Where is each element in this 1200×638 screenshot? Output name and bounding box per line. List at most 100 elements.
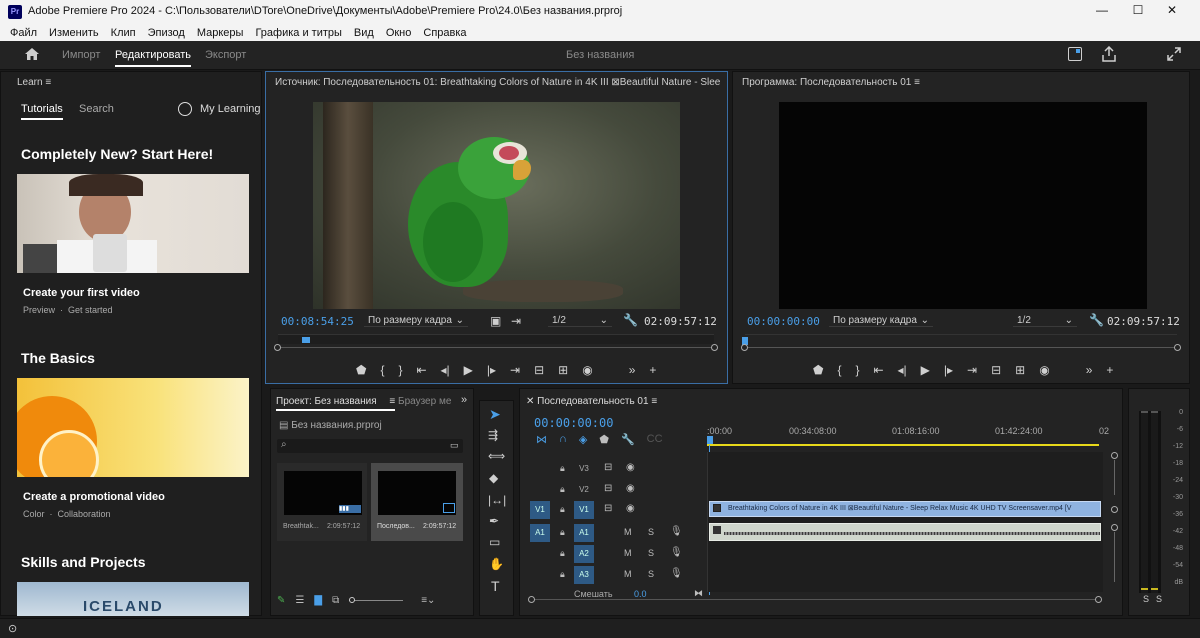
source-patch-a1[interactable]: A1 bbox=[530, 524, 550, 542]
menu-file[interactable]: Файл bbox=[10, 27, 37, 39]
menu-markers[interactable]: Маркеры bbox=[197, 27, 244, 39]
program-scrollbar[interactable] bbox=[741, 344, 1181, 353]
add-marker-icon[interactable]: ⬟ bbox=[813, 363, 823, 377]
eye-icon[interactable]: ◉ bbox=[626, 462, 635, 473]
razor-tool-icon[interactable]: ◆ bbox=[489, 471, 498, 485]
play-icon[interactable]: ▶ bbox=[464, 363, 473, 377]
add-marker-icon[interactable]: ⬟ bbox=[356, 363, 366, 377]
source-resolution-dropdown[interactable]: 1/2 ⌄ bbox=[548, 315, 612, 327]
wrench-icon[interactable]: 🔧 bbox=[1089, 313, 1104, 327]
button-editor-icon[interactable]: + bbox=[649, 363, 656, 377]
panel-overflow-icon[interactable]: » bbox=[461, 394, 467, 406]
mark-in-icon[interactable]: { bbox=[380, 363, 384, 377]
source-timecode[interactable]: 00:08:54:25 bbox=[281, 315, 354, 328]
microphone-icon[interactable]: 🎙︎ bbox=[670, 526, 683, 537]
mark-out-icon[interactable]: } bbox=[398, 363, 402, 377]
lift-icon[interactable]: ⊟ bbox=[991, 363, 1001, 377]
export-frame-icon[interactable]: ◉ bbox=[582, 363, 592, 377]
menu-edit[interactable]: Изменить bbox=[49, 27, 99, 39]
add-marker-icon[interactable]: ⬟ bbox=[599, 433, 609, 446]
track-name[interactable]: V3 bbox=[574, 460, 594, 478]
mark-out-icon[interactable]: } bbox=[855, 363, 859, 377]
tutorial-thumbnail[interactable] bbox=[17, 378, 249, 477]
play-icon[interactable]: ▶ bbox=[921, 363, 930, 377]
lock-icon[interactable]: 🔒︎ bbox=[560, 527, 565, 538]
captions-icon[interactable]: CC bbox=[647, 433, 663, 446]
panel-menu-icon[interactable]: ≡ bbox=[651, 396, 657, 407]
menu-graphics[interactable]: Графика и титры bbox=[255, 27, 341, 39]
share-icon[interactable] bbox=[1102, 45, 1116, 62]
project-item[interactable]: Последов... 2:09:57:12 bbox=[371, 463, 463, 541]
mark-in-icon[interactable]: { bbox=[837, 363, 841, 377]
zoom-slider[interactable] bbox=[349, 597, 404, 603]
timeline-timecode[interactable]: 00:00:00:00 bbox=[534, 416, 613, 430]
lock-icon[interactable]: 🔒︎ bbox=[560, 504, 565, 515]
ripple-edit-tool-icon[interactable]: ⟺ bbox=[488, 449, 505, 463]
tutorial-thumbnail[interactable] bbox=[17, 174, 249, 273]
overwrite-clip-icon[interactable]: ⊞ bbox=[558, 363, 568, 377]
minimize-button[interactable]: — bbox=[1090, 3, 1114, 17]
maximize-button[interactable]: ☐ bbox=[1126, 3, 1150, 17]
eye-icon[interactable]: ◉ bbox=[626, 503, 635, 514]
go-to-in-icon[interactable]: ⇤ bbox=[416, 363, 426, 377]
lock-icon[interactable]: 🔒︎ bbox=[560, 463, 565, 474]
program-timeruler[interactable] bbox=[742, 334, 1177, 345]
media-browser-tab[interactable]: Браузер ме bbox=[398, 396, 451, 407]
lock-icon[interactable]: 🔒︎ bbox=[560, 569, 565, 580]
step-back-icon[interactable]: ◂| bbox=[441, 363, 450, 377]
menu-window[interactable]: Окно bbox=[386, 27, 412, 39]
track-name[interactable]: V2 bbox=[574, 481, 594, 499]
card-title[interactable]: Create your first video bbox=[23, 287, 140, 299]
microphone-icon[interactable]: 🎙︎ bbox=[670, 547, 683, 558]
program-fit-dropdown[interactable]: По размеру кадра ⌄ bbox=[829, 315, 933, 327]
source-patch-v1[interactable]: V1 bbox=[530, 501, 550, 519]
mix-collapse-icon[interactable]: ⧓ bbox=[694, 588, 703, 599]
mute-button[interactable]: M bbox=[624, 548, 632, 558]
microphone-icon[interactable]: 🎙︎ bbox=[670, 568, 683, 579]
panel-menu-icon[interactable]: ≡ bbox=[45, 77, 51, 88]
step-back-icon[interactable]: ◂| bbox=[898, 363, 907, 377]
sort-icon[interactable]: ≡⌄ bbox=[421, 595, 435, 606]
timeline-vertical-scrollbar[interactable] bbox=[1111, 452, 1118, 592]
toggle-sync-icon[interactable]: ⊟ bbox=[604, 503, 612, 514]
export-frame-icon[interactable]: ◉ bbox=[1039, 363, 1049, 377]
card-title[interactable]: Create a promotional video bbox=[23, 491, 165, 503]
go-to-in-icon[interactable]: ⇤ bbox=[873, 363, 883, 377]
menu-help[interactable]: Справка bbox=[423, 27, 466, 39]
solo-button[interactable]: S bbox=[648, 548, 654, 558]
selection-tool-icon[interactable]: ➤ bbox=[489, 406, 501, 423]
status-icon[interactable]: ⊙ bbox=[8, 622, 17, 635]
track-name[interactable]: A1 bbox=[574, 524, 594, 542]
tab-search[interactable]: Search bbox=[79, 103, 114, 115]
fullscreen-icon[interactable] bbox=[1167, 47, 1181, 61]
source-timeruler[interactable] bbox=[278, 334, 714, 344]
solo-button[interactable]: S bbox=[648, 569, 654, 579]
list-view-icon[interactable]: ☰ bbox=[295, 595, 304, 606]
lock-icon[interactable]: 🔒︎ bbox=[560, 548, 565, 559]
more-buttons-icon[interactable]: » bbox=[1086, 363, 1093, 377]
track-name[interactable]: V1 bbox=[574, 501, 594, 519]
snap-icon[interactable]: ∩ bbox=[559, 433, 567, 446]
menu-clip[interactable]: Клип bbox=[111, 27, 136, 39]
track-area[interactable] bbox=[707, 452, 1103, 592]
new-bin-icon[interactable]: ▭ bbox=[450, 440, 459, 451]
timeline-tab[interactable]: ✕ Последовательность 01 ≡ bbox=[526, 396, 657, 407]
lock-icon[interactable]: 🔒︎ bbox=[560, 484, 565, 495]
mix-value[interactable]: 0.0 bbox=[634, 589, 647, 599]
go-to-out-icon[interactable]: ⇥ bbox=[967, 363, 977, 377]
button-editor-icon[interactable]: + bbox=[1106, 363, 1113, 377]
wrench-icon[interactable]: 🔧 bbox=[621, 433, 635, 446]
step-forward-icon[interactable]: |▸ bbox=[487, 363, 496, 377]
quick-export-icon[interactable] bbox=[1068, 47, 1082, 61]
go-to-out-icon[interactable]: ⇥ bbox=[510, 363, 520, 377]
more-buttons-icon[interactable]: » bbox=[629, 363, 636, 377]
pencil-icon[interactable]: ✎ bbox=[277, 595, 285, 606]
tab-edit[interactable]: Редактировать bbox=[115, 49, 191, 67]
tab-export[interactable]: Экспорт bbox=[205, 49, 246, 61]
type-tool-icon[interactable]: T bbox=[491, 578, 500, 594]
project-item[interactable]: ▮▮▮ Breathtak... 2:09:57:12 bbox=[277, 463, 367, 541]
source-scrollbar[interactable] bbox=[274, 344, 718, 353]
insert-icon[interactable]: ⇥ bbox=[511, 314, 521, 328]
program-resolution-dropdown[interactable]: 1/2 ⌄ bbox=[1013, 315, 1077, 327]
wrench-icon[interactable]: 🔧 bbox=[623, 313, 638, 327]
